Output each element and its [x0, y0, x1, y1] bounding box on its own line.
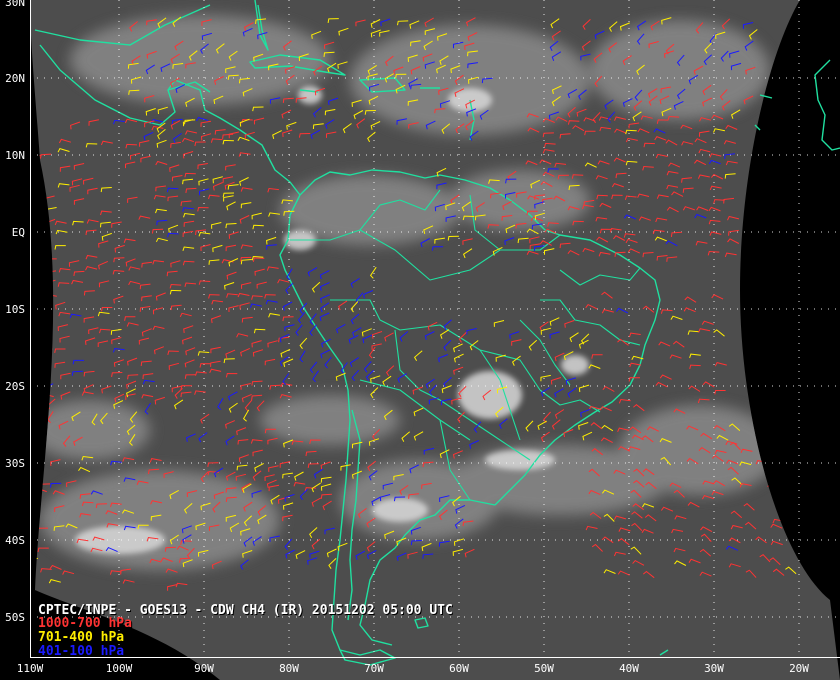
wind-barb — [767, 482, 780, 489]
wind-barb — [30, 293, 41, 301]
wind-barb — [784, 500, 797, 508]
latitude-labels: 30N 20N 10N EQ 10S 20S 30S 40S 50S — [5, 0, 25, 624]
lon-label-70W: 70W — [364, 662, 384, 675]
lat-label-40S: 40S — [5, 534, 25, 547]
lon-label-80W: 80W — [279, 662, 299, 675]
wind-barb — [30, 483, 34, 489]
map-canvas: 30N 20N 10N EQ 10S 20S 30S 40S 50S 110W … — [5, 0, 840, 680]
lon-label-110W: 110W — [17, 662, 44, 675]
wind-barb — [30, 216, 39, 221]
wind-barb — [30, 333, 40, 339]
wind-barb — [30, 299, 43, 305]
lon-label-60W: 60W — [449, 662, 469, 675]
wind-barb — [770, 446, 783, 452]
lat-label-20S: 20S — [5, 380, 25, 393]
wind-barb — [783, 515, 795, 523]
wind-barb — [30, 315, 40, 324]
wind-barb — [31, 348, 42, 356]
legend-entry-low-level: 1000-700 hPa — [38, 616, 132, 631]
lon-label-20W: 20W — [789, 662, 809, 675]
wind-barb — [30, 360, 39, 365]
wind-barb — [30, 281, 38, 287]
lon-label-30W: 30W — [704, 662, 724, 675]
lon-label-40W: 40W — [619, 662, 639, 675]
wind-barb — [30, 550, 34, 557]
wind-barb — [772, 425, 785, 430]
lat-label-30S: 30S — [5, 457, 25, 470]
legend-entry-mid-level: 701-400 hPa — [38, 630, 125, 645]
wind-barb — [41, 348, 53, 355]
lat-label-EQ: EQ — [12, 226, 25, 239]
lon-label-100W: 100W — [106, 662, 133, 675]
lat-label-10N: 10N — [5, 149, 25, 162]
lat-label-10S: 10S — [5, 303, 25, 316]
wind-barb — [30, 140, 39, 145]
lat-label-20N: 20N — [5, 72, 25, 85]
satellite-wind-map: 30N 20N 10N EQ 10S 20S 30S 40S 50S 110W … — [0, 0, 840, 680]
lon-label-50W: 50W — [534, 662, 554, 675]
lat-label-30N: 30N — [5, 0, 25, 9]
wind-barb — [30, 557, 38, 565]
legend-entry-high-level: 401-100 hPa — [38, 644, 125, 659]
lat-label-50S: 50S — [5, 611, 25, 624]
wind-barb — [30, 175, 39, 181]
wind-barb — [30, 391, 38, 397]
lon-label-90W: 90W — [194, 662, 214, 675]
wind-barb — [768, 460, 781, 466]
